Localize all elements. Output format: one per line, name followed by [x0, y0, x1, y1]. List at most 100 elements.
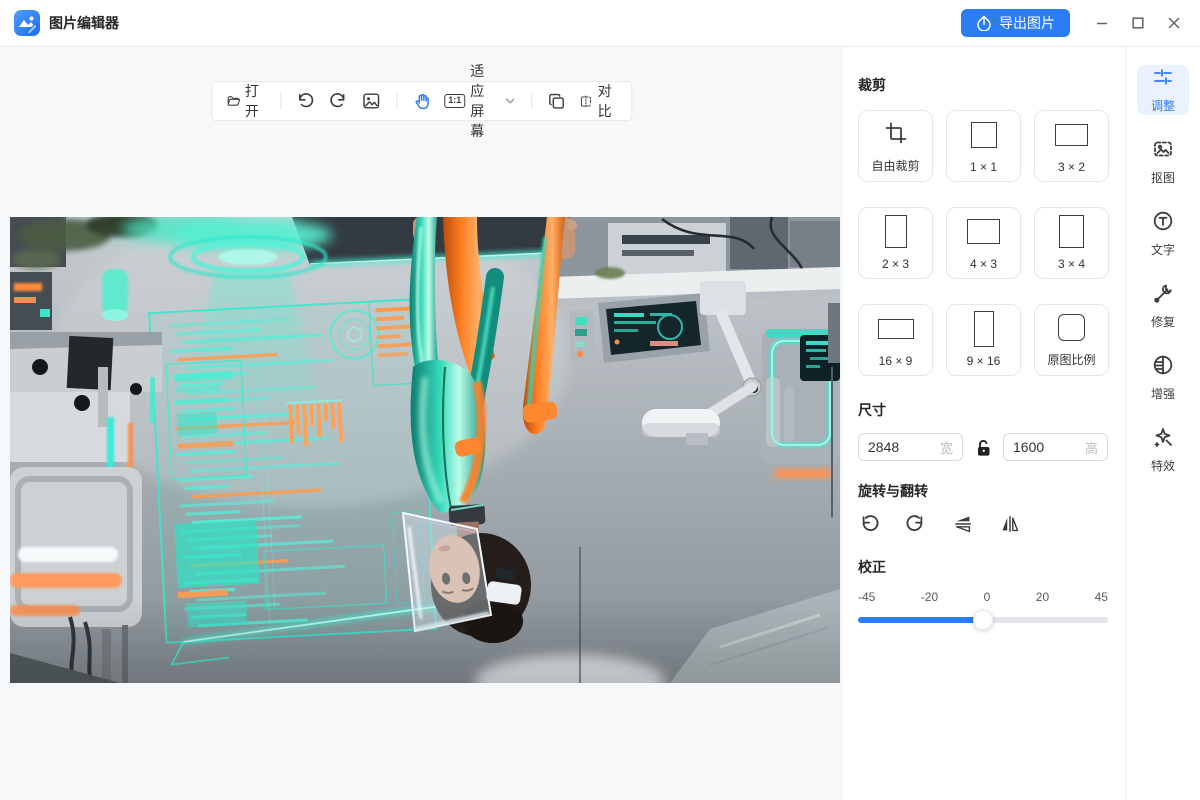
effects-icon	[1152, 426, 1174, 453]
crop-grid: 自由裁剪 1 × 1 3 × 2 2 × 3 4 × 33 × 4 16 × 9 9 × 1…	[858, 110, 1109, 376]
duplicate-button[interactable]	[547, 92, 566, 111]
flip-horizontal-button[interactable]	[999, 513, 1021, 535]
flip-vertical-button[interactable]	[952, 513, 974, 535]
correction-section-title: 校正	[858, 557, 1109, 577]
crop-option-free[interactable]: 自由裁剪	[858, 110, 933, 182]
crop-option-r-1x1[interactable]: 1 × 1	[946, 110, 1021, 182]
crop-option-label: 2 × 3	[882, 257, 909, 271]
redo-button[interactable]	[328, 91, 348, 111]
hand-icon	[412, 92, 431, 111]
folder-icon	[226, 91, 240, 111]
crop-option-r-2x3[interactable]: 2 × 3	[858, 207, 933, 279]
crop-option-orig[interactable]: 原图比例	[1034, 304, 1109, 376]
app-logo-icon	[14, 10, 40, 36]
adjust-icon	[1152, 66, 1174, 93]
crop-option-label: 1 × 1	[970, 160, 997, 174]
topbar: 图片编辑器 导出图片	[0, 0, 1200, 47]
crop-option-label: 9 × 16	[967, 354, 1001, 368]
export-button[interactable]: 导出图片	[961, 9, 1070, 37]
redo-icon	[328, 91, 348, 111]
open-label: 打开	[245, 81, 265, 121]
tick-label: -20	[921, 590, 938, 604]
rotate-row	[858, 513, 1109, 535]
undo-icon	[295, 91, 315, 111]
tick-label: 0	[984, 590, 991, 604]
window-controls	[1094, 15, 1182, 31]
size-section-title: 尺寸	[858, 400, 1109, 420]
sidebar-item-adjust[interactable]: 调整	[1137, 65, 1189, 115]
crop-option-label: 3 × 2	[1058, 160, 1085, 174]
crop-option-label: 原图比例	[1047, 351, 1095, 368]
sidebar-item-label: 修复	[1151, 313, 1175, 330]
copy-icon	[547, 92, 566, 111]
height-input[interactable]	[1013, 439, 1085, 455]
width-suffix: 宽	[940, 438, 953, 457]
crop-option-r-3x4[interactable]: 3 × 4	[1034, 207, 1109, 279]
lock-icon	[975, 438, 992, 457]
tick-label: -45	[858, 590, 875, 604]
sidebar-item-label: 调整	[1151, 97, 1175, 114]
sidebar-item-repair[interactable]: 修复	[1137, 281, 1189, 331]
crop-option-r-16x9[interactable]: 16 × 9	[858, 304, 933, 376]
split-compare-icon	[579, 92, 592, 111]
crop-option-label: 16 × 9	[879, 354, 913, 368]
minimize-button[interactable]	[1094, 15, 1110, 31]
insert-image-button[interactable]	[361, 91, 381, 111]
crop-option-r-9x16[interactable]: 9 × 16	[946, 304, 1021, 376]
r-9x16-ratio-icon	[974, 311, 994, 347]
toolbar-divider	[280, 92, 281, 110]
correction-ticks: -45-2002045	[858, 590, 1108, 604]
rotate-left-icon	[858, 513, 880, 535]
enhance-icon	[1152, 354, 1174, 381]
r-4x3-ratio-icon	[967, 219, 1000, 244]
rotate-right-button[interactable]	[905, 513, 927, 535]
slider-fill	[858, 617, 983, 623]
width-input[interactable]	[868, 439, 940, 455]
app-title: 图片编辑器	[49, 13, 119, 33]
chevron-down-icon	[505, 95, 517, 107]
actual-size-icon: 1:1	[444, 94, 465, 108]
text-icon	[1152, 210, 1174, 237]
r-1x1-ratio-icon	[971, 122, 997, 148]
maximize-button[interactable]	[1130, 15, 1146, 31]
export-icon	[976, 15, 992, 31]
sidebar-item-label: 抠图	[1151, 169, 1175, 186]
toolbar-divider	[396, 92, 397, 110]
canvas-image[interactable]	[10, 217, 840, 683]
zoom-ratio-control[interactable]: 1:1 适应屏幕	[444, 61, 516, 141]
sidebar-item-enhance[interactable]: 增强	[1137, 353, 1189, 403]
sidebar-item-label: 增强	[1151, 385, 1175, 402]
repair-icon	[1152, 282, 1174, 309]
r-3x2-ratio-icon	[1055, 124, 1088, 146]
toolbar-divider	[532, 92, 533, 110]
size-row: 宽 高	[858, 433, 1109, 461]
cutout-icon	[1152, 138, 1174, 165]
width-field[interactable]: 宽	[858, 433, 963, 461]
undo-button[interactable]	[295, 91, 315, 111]
image-icon	[361, 91, 381, 111]
flip-horizontal-icon	[999, 513, 1021, 535]
compare-button[interactable]: 对比	[579, 81, 617, 121]
canvas-area: 打开	[0, 47, 843, 800]
crop-option-r-3x2[interactable]: 3 × 2	[1034, 110, 1109, 182]
tick-label: 20	[1036, 590, 1049, 604]
close-button[interactable]	[1166, 15, 1182, 31]
rotate-left-button[interactable]	[858, 513, 880, 535]
fit-screen-label: 适应屏幕	[470, 61, 497, 141]
aspect-lock-button[interactable]	[972, 436, 994, 458]
sidebar-item-text[interactable]: 文字	[1137, 209, 1189, 259]
open-button[interactable]: 打开	[226, 81, 265, 121]
r-16x9-ratio-icon	[878, 319, 914, 339]
slider-thumb[interactable]	[973, 610, 993, 630]
height-field[interactable]: 高	[1003, 433, 1108, 461]
export-label: 导出图片	[999, 13, 1055, 33]
crop-option-r-4x3[interactable]: 4 × 3	[946, 207, 1021, 279]
r-3x4-ratio-icon	[1059, 215, 1084, 248]
pan-tool-button[interactable]	[412, 92, 431, 111]
sidebar-item-cutout[interactable]: 抠图	[1137, 137, 1189, 187]
correction-slider[interactable]	[858, 610, 1108, 630]
crop-section-title: 裁剪	[858, 75, 1109, 95]
rotate-section-title: 旋转与翻转	[858, 481, 1109, 501]
sidebar-item-label: 特效	[1151, 457, 1175, 474]
sidebar-item-effects[interactable]: 特效	[1137, 425, 1189, 475]
